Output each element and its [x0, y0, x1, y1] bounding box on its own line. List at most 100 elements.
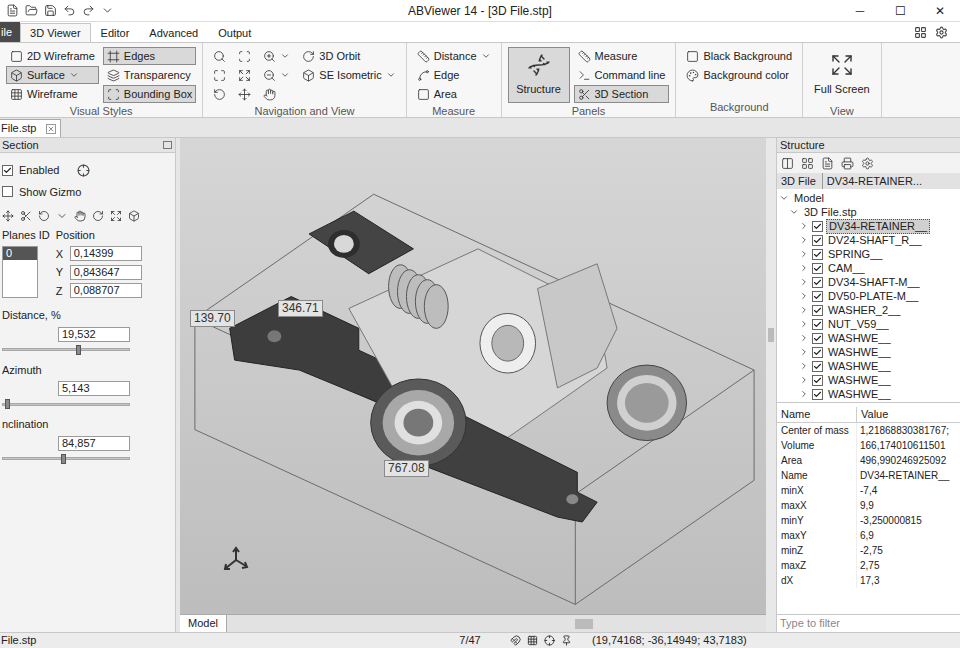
- property-row[interactable]: Area496,990246925092: [777, 453, 960, 468]
- window-control[interactable]: ─: [840, 1, 880, 21]
- file-tab[interactable]: ile: [0, 22, 20, 42]
- horizontal-scrollbar[interactable]: [575, 619, 593, 629]
- checkbox[interactable]: [2, 186, 13, 197]
- checkbox[interactable]: [812, 375, 823, 386]
- dropdown-arrow-icon[interactable]: [56, 210, 68, 222]
- 3d-model-drawing[interactable]: [180, 138, 766, 614]
- slider-value-field[interactable]: 5,143: [58, 381, 130, 396]
- position-field[interactable]: 0,14399: [70, 246, 142, 261]
- slider-thumb[interactable]: [76, 345, 81, 355]
- vertical-scrollbar[interactable]: [766, 138, 776, 632]
- printer-icon[interactable]: [841, 157, 854, 170]
- customize-arrow-icon[interactable]: [101, 4, 114, 17]
- ribbon-button[interactable]: Edge: [413, 66, 495, 84]
- ribbon-button[interactable]: Command line: [574, 66, 670, 84]
- property-row[interactable]: Center of mass1,21868830381767;: [777, 423, 960, 438]
- property-row[interactable]: Volume166,174010611501: [777, 438, 960, 453]
- ribbon-button[interactable]: Wireframe: [6, 85, 99, 103]
- collapsed-arrow-icon[interactable]: [799, 389, 809, 399]
- collapsed-arrow-icon[interactable]: [799, 249, 809, 259]
- collapsed-arrow-icon[interactable]: [799, 347, 809, 357]
- tree-row[interactable]: DV34-RETAINER__: [777, 219, 960, 233]
- open-folder-icon[interactable]: [25, 4, 38, 17]
- settings-icon[interactable]: [935, 26, 948, 39]
- tree-row[interactable]: DV50-PLATE-M__: [777, 289, 960, 303]
- property-row[interactable]: dX17,3: [777, 573, 960, 588]
- checkbox[interactable]: [812, 263, 823, 274]
- new-file-icon[interactable]: [6, 4, 19, 17]
- ribbon-button[interactable]: 3D Orbit: [298, 47, 399, 65]
- ribbon-icon-button[interactable]: [209, 85, 230, 103]
- position-field[interactable]: 0,843647: [70, 265, 142, 280]
- ortho-icon[interactable]: [544, 635, 555, 646]
- close-tab-icon[interactable]: [46, 124, 56, 134]
- ribbon-icon-button[interactable]: [234, 85, 255, 103]
- tree-row[interactable]: NUT_V59__: [777, 317, 960, 331]
- grid-icon[interactable]: [801, 157, 814, 170]
- ribbon-icon-button[interactable]: [259, 85, 294, 103]
- expand-icon[interactable]: [110, 210, 122, 222]
- checkbox[interactable]: [812, 249, 823, 260]
- ribbon-button[interactable]: Distance: [413, 47, 495, 65]
- tree-row[interactable]: WASHER_2__: [777, 303, 960, 317]
- collapsed-arrow-icon[interactable]: [799, 305, 809, 315]
- ribbon-button[interactable]: Area: [413, 85, 495, 103]
- checkbox[interactable]: [812, 361, 823, 372]
- slider-value-field[interactable]: 19,532: [58, 327, 130, 342]
- ribbon-button[interactable]: 3D Section: [574, 85, 670, 103]
- collapsed-arrow-icon[interactable]: [799, 277, 809, 287]
- ribbon-icon-button[interactable]: [209, 47, 230, 65]
- ribbon-tab[interactable]: 3D Viewer: [20, 23, 91, 42]
- ribbon-icon-button[interactable]: [234, 47, 255, 65]
- ribbon-icon-button[interactable]: [234, 66, 255, 84]
- layout-tab[interactable]: Model: [180, 615, 227, 632]
- layout-icon[interactable]: [914, 26, 927, 39]
- slider-track[interactable]: [2, 454, 130, 464]
- tree-row[interactable]: WASHWE__: [777, 345, 960, 359]
- slider-track[interactable]: [2, 399, 130, 409]
- window-control[interactable]: ☐: [880, 1, 920, 21]
- ribbon-large-button[interactable]: Structure: [508, 47, 570, 103]
- checkbox[interactable]: [812, 305, 823, 316]
- flip-icon[interactable]: [38, 210, 50, 222]
- checkbox[interactable]: [812, 333, 823, 344]
- column-header[interactable]: Value: [857, 407, 960, 422]
- slider-thumb[interactable]: [5, 399, 10, 409]
- snap-magnet-icon[interactable]: [510, 635, 521, 646]
- collapsed-arrow-icon[interactable]: [799, 361, 809, 371]
- undo-icon[interactable]: [63, 4, 76, 17]
- position-field[interactable]: 0,088707: [70, 283, 142, 298]
- ribbon-button[interactable]: Transparency: [103, 66, 197, 84]
- pin-icon[interactable]: [561, 635, 572, 646]
- tree-row[interactable]: 3D File.stp: [777, 205, 960, 219]
- filter-field[interactable]: Type to filter: [777, 614, 960, 632]
- ribbon-icon-button[interactable]: [209, 66, 230, 84]
- save-icon[interactable]: [44, 4, 57, 17]
- move-icon[interactable]: [2, 210, 14, 222]
- tree-row[interactable]: WASHWE__: [777, 373, 960, 387]
- columns-icon[interactable]: [781, 157, 794, 170]
- collapsed-arrow-icon[interactable]: [799, 375, 809, 385]
- ribbon-large-button[interactable]: Full Screen: [809, 47, 875, 103]
- slider-value-field[interactable]: 84,857: [58, 436, 130, 451]
- ribbon-tab[interactable]: Advanced: [139, 23, 208, 42]
- expanded-arrow-icon[interactable]: [789, 207, 799, 217]
- tree-row[interactable]: SPRING__: [777, 247, 960, 261]
- collapsed-arrow-icon[interactable]: [799, 291, 809, 301]
- ribbon-button[interactable]: SE Isometric: [298, 66, 399, 84]
- rotate-icon[interactable]: [92, 210, 104, 222]
- checkbox[interactable]: [812, 389, 823, 400]
- window-control[interactable]: ✕: [920, 1, 960, 21]
- planes-list[interactable]: 0: [2, 246, 38, 298]
- breadcrumb-item[interactable]: 3D File: [781, 173, 816, 189]
- grid-icon[interactable]: [527, 635, 538, 646]
- property-row[interactable]: minX-7,4: [777, 483, 960, 498]
- ribbon-button[interactable]: Background color: [682, 66, 796, 84]
- property-row[interactable]: maxY6,9: [777, 528, 960, 543]
- section-option[interactable]: Show Gizmo: [2, 184, 175, 201]
- tree-row[interactable]: WASHWE__: [777, 359, 960, 373]
- tree-row[interactable]: DV24-SHAFT_R__: [777, 233, 960, 247]
- ribbon-tab[interactable]: Output: [208, 23, 261, 42]
- checkbox[interactable]: [812, 319, 823, 330]
- model-canvas[interactable]: 139.70346.71767.08: [180, 138, 766, 614]
